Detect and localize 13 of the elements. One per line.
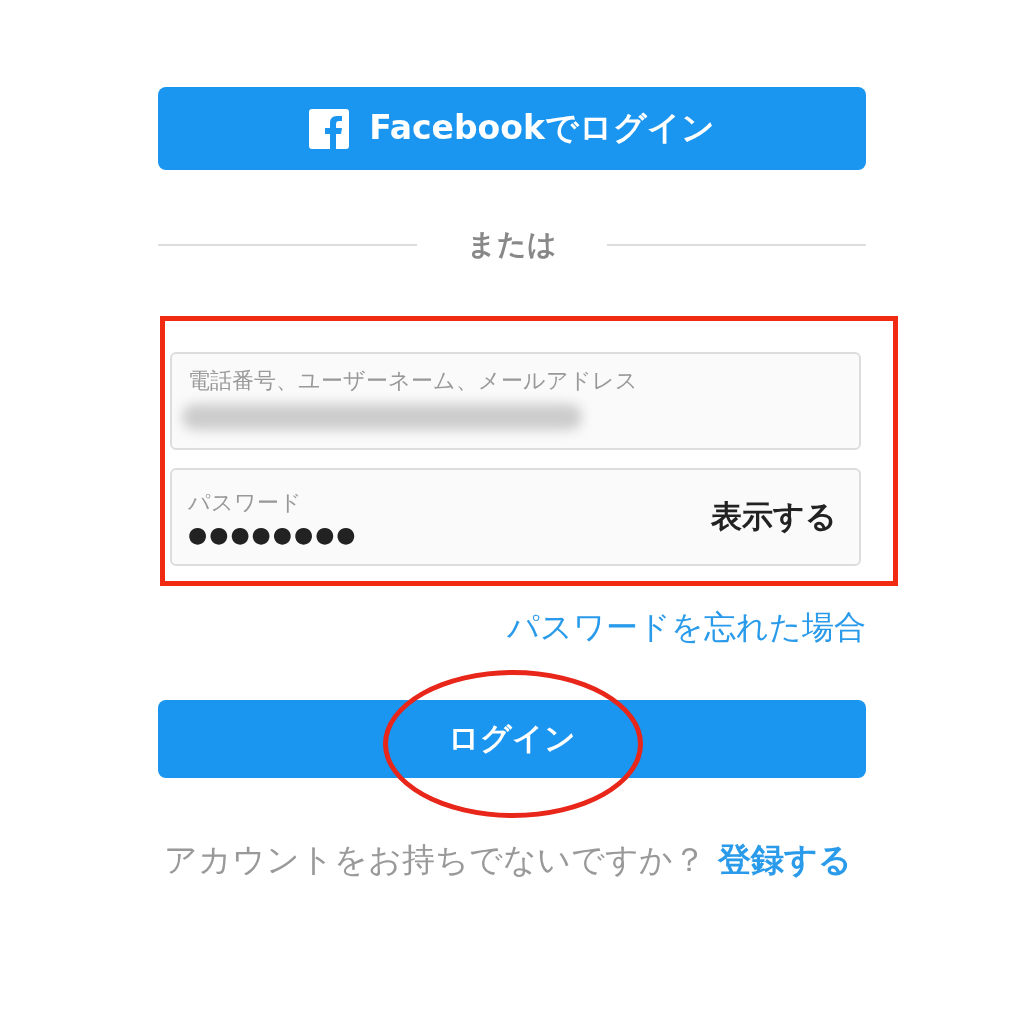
facebook-login-button[interactable]: Facebookでログイン xyxy=(158,87,866,170)
signup-link[interactable]: 登録する xyxy=(718,838,852,883)
field-label: 電話番号、ユーザーネーム、メールアドレス xyxy=(188,368,638,393)
show-password-button[interactable]: 表示する xyxy=(705,495,843,539)
password-field[interactable]: パスワード ●●●●●●●● 表示する xyxy=(170,468,861,566)
password-value: ●●●●●●●● xyxy=(188,521,358,547)
forgot-password-link[interactable]: パスワードを忘れた場合 xyxy=(507,606,866,650)
username-field[interactable]: 電話番号、ユーザーネーム、メールアドレス xyxy=(170,352,861,450)
login-button[interactable]: ログイン xyxy=(158,700,866,778)
signup-prompt: アカウントをお持ちでないですか？ xyxy=(164,839,706,881)
field-label: パスワード xyxy=(188,488,303,517)
divider-label: または xyxy=(466,226,558,263)
facebook-icon xyxy=(309,108,350,149)
